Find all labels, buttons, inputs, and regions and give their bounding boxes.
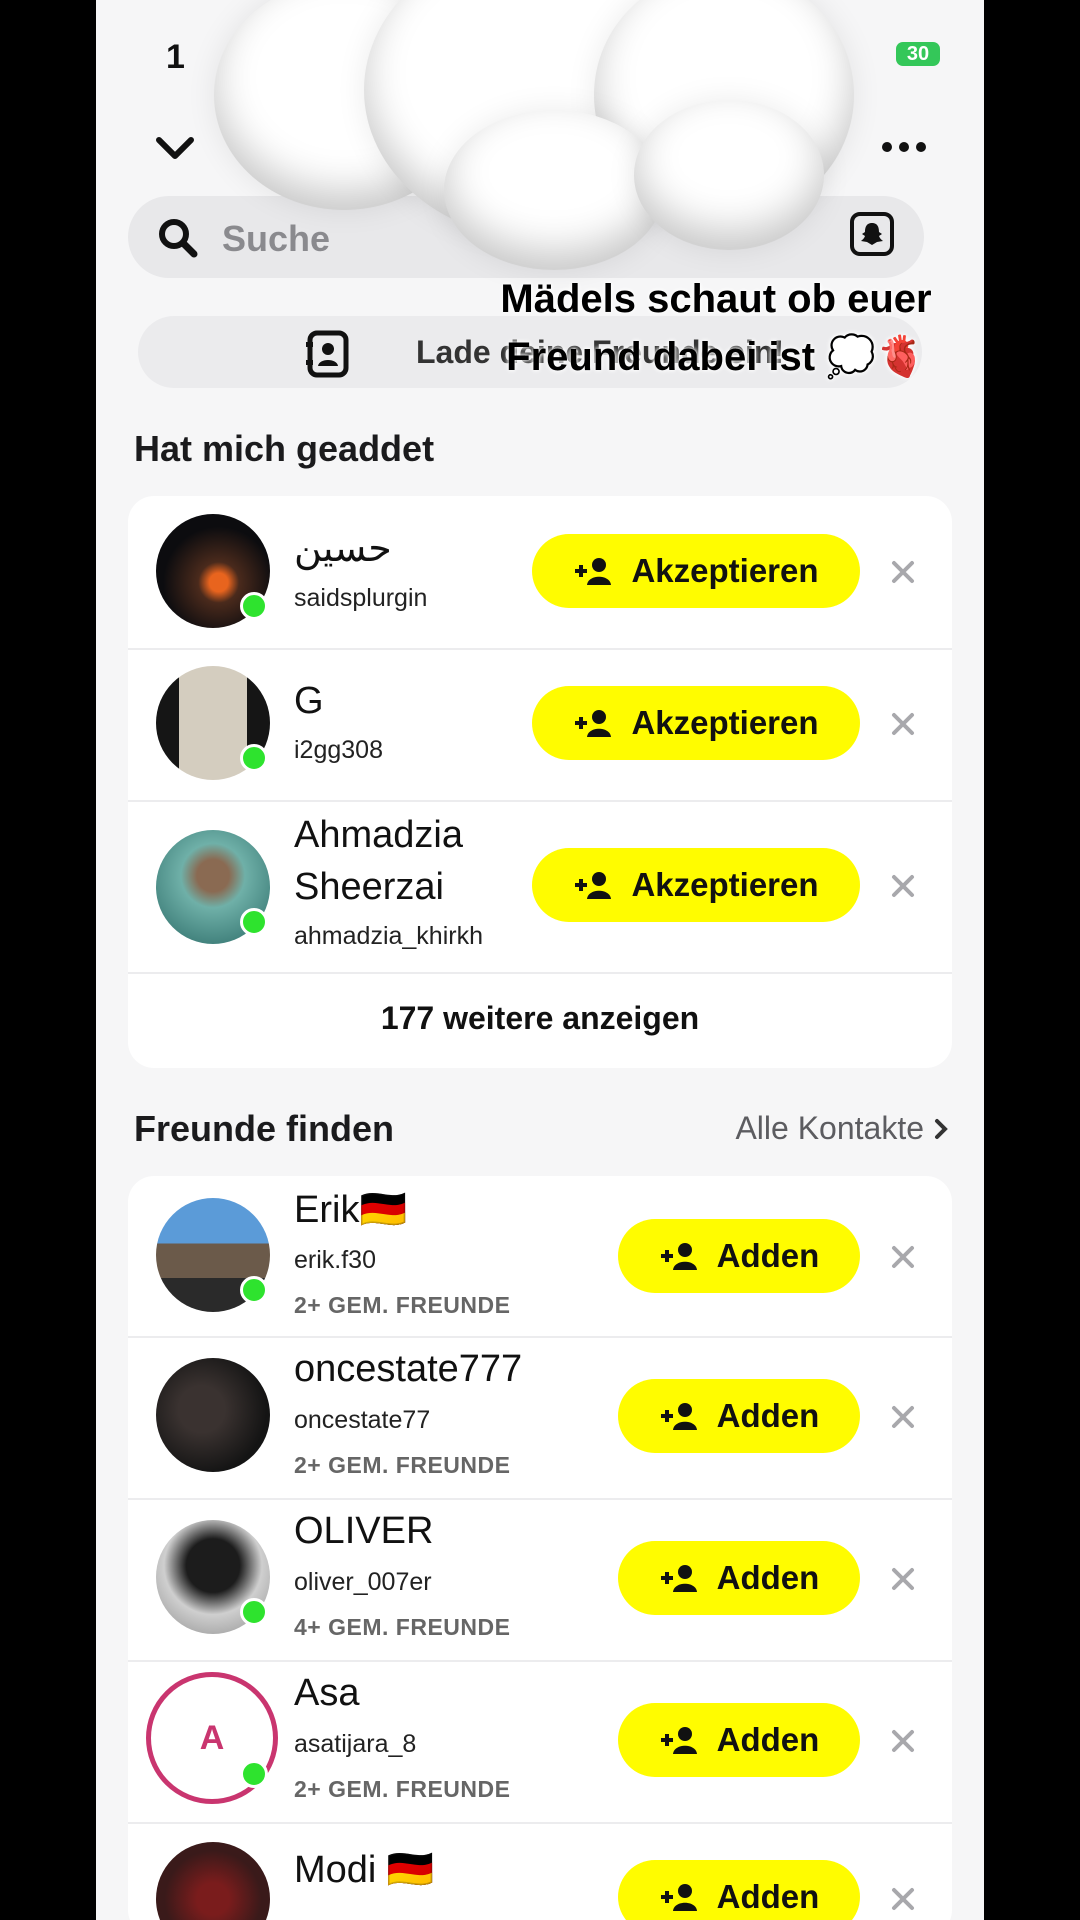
dot xyxy=(882,142,892,152)
add-button[interactable]: Adden xyxy=(618,1703,860,1777)
add-friend-icon xyxy=(575,872,612,899)
collapse-button[interactable] xyxy=(152,128,198,168)
ghost-icon xyxy=(861,223,883,245)
accept-label: Akzeptieren xyxy=(631,704,819,741)
friend-handle: saidsplurgin xyxy=(294,584,428,612)
add-friend-icon xyxy=(575,558,612,585)
suggestion-row: A Asa asatijara_8 2+ GEM. FREUNDE Adden xyxy=(128,1660,952,1824)
avatar[interactable] xyxy=(156,1358,270,1472)
accept-label: Akzeptieren xyxy=(631,552,819,589)
friend-name: حسين xyxy=(294,528,392,570)
friend-name: Asa xyxy=(294,1672,360,1714)
friend-handle: oncestate77 xyxy=(294,1406,431,1434)
online-indicator xyxy=(240,1760,268,1788)
search-bar[interactable]: Suche xyxy=(128,196,924,278)
add-friend-icon xyxy=(660,1727,697,1754)
accept-label: Akzeptieren xyxy=(631,866,819,903)
add-label: Adden xyxy=(716,1237,820,1274)
close-icon[interactable] xyxy=(888,871,918,901)
friend-name: Modi 🇩🇪 xyxy=(294,1849,435,1891)
request-row: حسين saidsplurgin Akzeptieren xyxy=(128,496,952,650)
add-friend-icon xyxy=(660,1884,697,1911)
overlay-caption-line: Freund dabei ist 💭🫀 xyxy=(506,335,926,379)
cloud-puff xyxy=(214,0,474,210)
request-row: Ahmadzia Sheerzai ahmadzia_khirkh Akzept… xyxy=(128,800,952,974)
mutual-friends: 4+ GEM. FREUNDE xyxy=(294,1614,511,1640)
online-indicator xyxy=(240,592,268,620)
friend-name: G xyxy=(294,680,324,722)
accept-button[interactable]: Akzeptieren xyxy=(532,848,860,922)
add-friend-icon xyxy=(660,1243,697,1270)
add-button[interactable]: Adden xyxy=(618,1860,860,1920)
add-friend-icon xyxy=(660,1565,697,1592)
app-screen: 1 30 Suche Lade deine Freunde ein! Mädel… xyxy=(96,0,984,1920)
snapcode-button[interactable] xyxy=(850,212,894,256)
dot xyxy=(916,142,926,152)
online-indicator xyxy=(240,1276,268,1304)
friend-name: Erik🇩🇪 xyxy=(294,1189,407,1231)
friend-name: OLIVER xyxy=(294,1510,434,1552)
close-icon[interactable] xyxy=(888,1726,918,1756)
close-icon[interactable] xyxy=(888,1884,918,1914)
friend-handle: ahmadzia_khirkh xyxy=(294,922,483,950)
add-label: Adden xyxy=(716,1721,820,1758)
online-indicator xyxy=(240,1598,268,1626)
close-icon[interactable] xyxy=(888,557,918,587)
friend-name: Sheerzai xyxy=(294,866,444,908)
add-label: Adden xyxy=(716,1878,820,1915)
add-button[interactable]: Adden xyxy=(618,1219,860,1293)
show-more-button[interactable]: 177 weitere anzeigen xyxy=(128,1000,952,1037)
all-contacts-label: Alle Kontakte xyxy=(735,1110,924,1146)
add-friend-icon xyxy=(575,710,612,737)
chevron-down-icon xyxy=(156,137,194,159)
find-friends-title: Freunde finden xyxy=(134,1108,394,1149)
add-button[interactable]: Adden xyxy=(618,1541,860,1615)
friend-handle: oliver_007er xyxy=(294,1568,432,1596)
friend-name: Ahmadzia xyxy=(294,814,463,856)
add-friend-icon xyxy=(660,1403,697,1430)
added-me-card: حسين saidsplurgin Akzeptieren G i2gg308 … xyxy=(128,496,952,1068)
search-icon xyxy=(159,219,198,258)
close-icon[interactable] xyxy=(888,1242,918,1272)
add-label: Adden xyxy=(716,1397,820,1434)
dot xyxy=(899,142,909,152)
friend-handle: asatijara_8 xyxy=(294,1730,417,1758)
close-icon[interactable] xyxy=(888,1564,918,1594)
added-me-title: Hat mich geaddet xyxy=(134,428,435,469)
contacts-icon xyxy=(306,330,349,378)
online-indicator xyxy=(240,744,268,772)
friend-handle: erik.f30 xyxy=(294,1246,376,1274)
overlay-caption-line: Mädels schaut ob euer xyxy=(500,277,932,321)
suggestion-row: Erik🇩🇪 erik.f30 2+ GEM. FREUNDE Adden xyxy=(128,1176,952,1338)
overlay-caption: Mädels schaut ob euer Freund dabei ist 💭… xyxy=(476,270,956,386)
status-time: 1 xyxy=(166,38,185,76)
accept-button[interactable]: Akzeptieren xyxy=(532,686,860,760)
suggestion-row: Modi 🇩🇪 Adden xyxy=(128,1822,952,1920)
search-placeholder: Suche xyxy=(222,218,331,259)
friend-handle: i2gg308 xyxy=(294,736,383,764)
suggestion-row: oncestate777 oncestate77 2+ GEM. FREUNDE… xyxy=(128,1336,952,1500)
suggestion-row: OLIVER oliver_007er 4+ GEM. FREUNDE Adde… xyxy=(128,1498,952,1662)
chevron-right-icon xyxy=(935,1118,948,1139)
add-button[interactable]: Adden xyxy=(618,1379,860,1453)
close-icon[interactable] xyxy=(888,1402,918,1432)
all-contacts-link[interactable]: Alle Kontakte xyxy=(735,1110,948,1147)
mutual-friends: 2+ GEM. FREUNDE xyxy=(294,1452,511,1478)
friend-name: oncestate777 xyxy=(294,1348,523,1390)
avatar[interactable] xyxy=(156,1842,270,1920)
mutual-friends: 2+ GEM. FREUNDE xyxy=(294,1776,511,1802)
accept-button[interactable]: Akzeptieren xyxy=(532,534,860,608)
mutual-friends: 2+ GEM. FREUNDE xyxy=(294,1292,511,1318)
find-friends-card: Erik🇩🇪 erik.f30 2+ GEM. FREUNDE Adden on… xyxy=(128,1176,952,1920)
cloud-puff xyxy=(594,0,854,220)
add-label: Adden xyxy=(716,1559,820,1596)
close-icon[interactable] xyxy=(888,709,918,739)
battery-indicator: 30 xyxy=(896,42,940,66)
request-row: G i2gg308 Akzeptieren xyxy=(128,648,952,802)
more-options-button[interactable] xyxy=(874,132,934,162)
online-indicator xyxy=(240,908,268,936)
